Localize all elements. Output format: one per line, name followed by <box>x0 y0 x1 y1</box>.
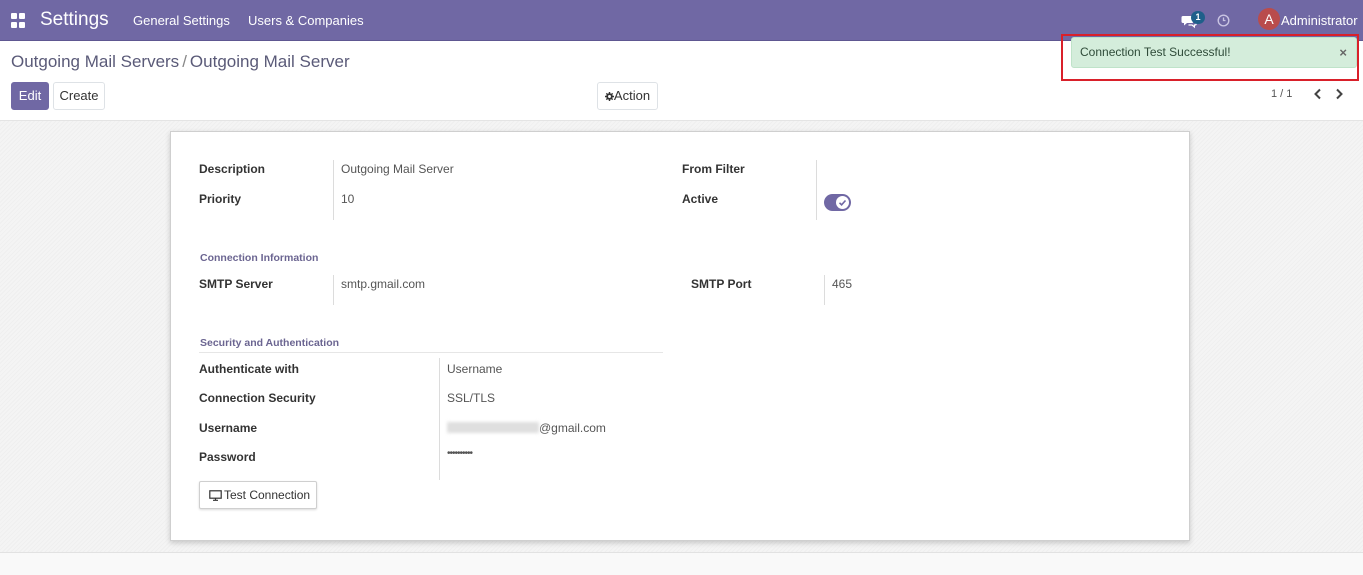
test-connection-button[interactable]: Test Connection <box>199 481 317 509</box>
active-toggle[interactable] <box>824 194 851 211</box>
chevron-right-icon <box>1336 88 1343 100</box>
password-label: Password <box>199 450 256 464</box>
pager-previous-button[interactable] <box>1310 86 1326 104</box>
priority-value[interactable]: 10 <box>341 192 354 206</box>
create-button[interactable]: Create <box>53 82 105 110</box>
priority-label: Priority <box>199 192 242 206</box>
toast-message: Connection Test Successful! <box>1080 45 1231 59</box>
from-filter-label: From Filter <box>682 162 745 176</box>
field-divider <box>439 358 440 480</box>
smtp-server-label: SMTP Server <box>199 277 273 291</box>
pager-next-button[interactable] <box>1331 86 1347 104</box>
gear-icon <box>604 92 614 101</box>
toast-close-button[interactable]: × <box>1339 45 1347 60</box>
breadcrumb: Outgoing Mail Servers / Outgoing Mail Serv… <box>11 52 350 72</box>
description-value[interactable]: Outgoing Mail Server <box>341 162 454 176</box>
chat-badge: 1 <box>1191 11 1205 24</box>
password-value[interactable]: •••••••••• <box>447 448 473 459</box>
action-button[interactable]: Action <box>597 82 658 110</box>
connection-security-label: Connection Security <box>199 391 316 405</box>
field-divider <box>816 160 817 220</box>
active-label: Active <box>682 192 719 206</box>
toggle-knob <box>836 196 849 209</box>
menu-general-settings[interactable]: General Settings <box>133 13 230 28</box>
security-auth-title: Security and Authentication <box>200 337 340 349</box>
user-menu[interactable]: Administrator <box>1281 13 1358 28</box>
avatar[interactable]: A <box>1258 8 1280 30</box>
redacted-username <box>447 422 539 433</box>
form-sheet: Description Outgoing Mail Server Priorit… <box>170 131 1190 541</box>
username-value[interactable]: @gmail.com <box>447 421 606 435</box>
username-label: Username <box>199 421 258 435</box>
field-divider <box>333 275 334 305</box>
menu-users-companies[interactable]: Users & Companies <box>248 13 364 28</box>
test-connection-label: Test Connection <box>224 488 311 502</box>
footer-strip <box>0 552 1363 575</box>
app-title[interactable]: Settings <box>40 9 109 31</box>
monitor-icon <box>209 490 222 501</box>
check-icon <box>838 199 847 206</box>
field-divider <box>824 275 825 305</box>
breadcrumb-parent[interactable]: Outgoing Mail Servers <box>11 52 179 71</box>
smtp-port-value[interactable]: 465 <box>832 277 852 291</box>
breadcrumb-separator: / <box>182 52 187 71</box>
description-label: Description <box>199 162 266 176</box>
connection-info-title: Connection Information <box>200 252 319 264</box>
chevron-left-icon <box>1314 88 1321 100</box>
clock-icon[interactable] <box>1217 14 1230 27</box>
action-label: Action <box>613 88 651 103</box>
edit-button[interactable]: Edit <box>11 82 49 110</box>
smtp-server-value[interactable]: smtp.gmail.com <box>341 277 425 291</box>
authenticate-with-label: Authenticate with <box>199 362 300 376</box>
apps-menu-icon[interactable] <box>11 13 26 28</box>
authenticate-with-value[interactable]: Username <box>447 362 502 376</box>
smtp-port-label: SMTP Port <box>691 277 752 291</box>
breadcrumb-current: Outgoing Mail Server <box>189 52 350 71</box>
username-domain: @gmail.com <box>539 421 606 435</box>
toast-notification: Connection Test Successful! × <box>1071 37 1357 68</box>
field-divider <box>333 160 334 220</box>
pager-value[interactable]: 1 / 1 <box>1271 88 1292 100</box>
connection-security-value[interactable]: SSL/TLS <box>447 391 495 405</box>
section-divider <box>199 352 663 353</box>
